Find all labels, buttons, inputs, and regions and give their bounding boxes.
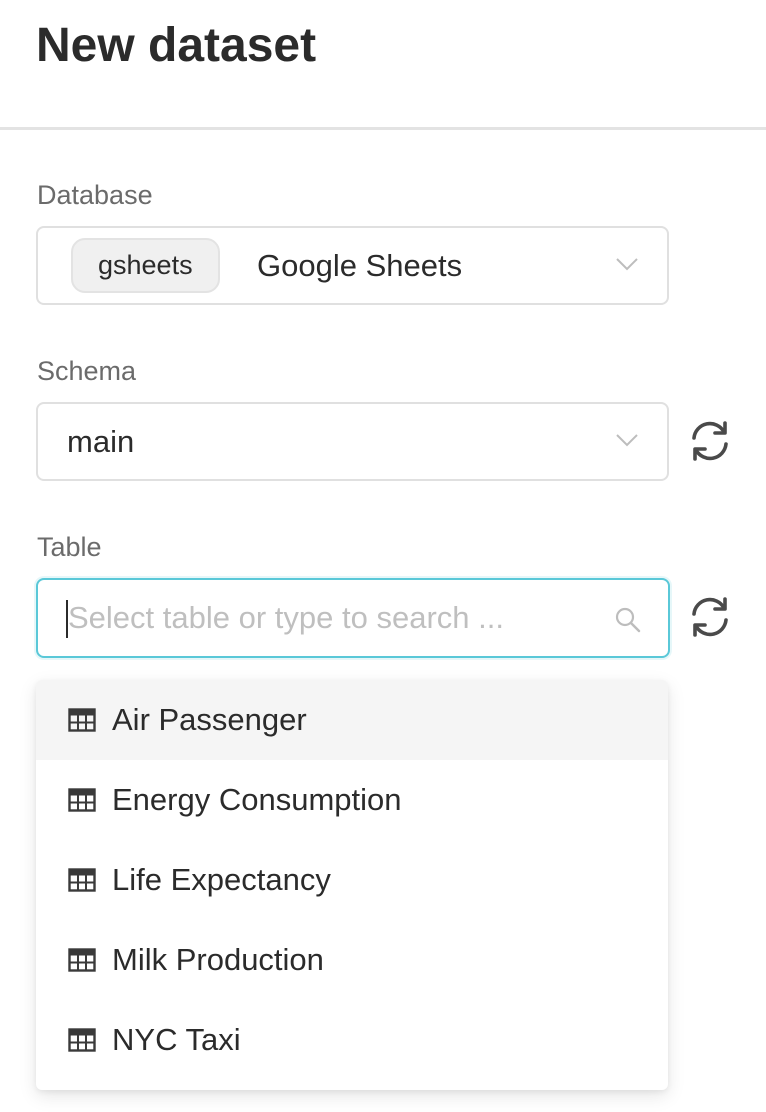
database-label: Database (37, 180, 153, 210)
table-icon (68, 788, 96, 812)
database-select[interactable]: gsheets Google Sheets (36, 226, 669, 305)
refresh-tables-icon[interactable] (687, 594, 733, 640)
table-option-label: Air Passenger (112, 702, 307, 737)
schema-select[interactable]: main (36, 402, 669, 481)
table-option-label: Milk Production (112, 942, 324, 977)
schema-select-value: main (67, 424, 135, 459)
table-icon (68, 948, 96, 972)
refresh-schema-icon[interactable] (687, 418, 733, 464)
database-backend-tag: gsheets (71, 238, 220, 293)
table-option[interactable]: Air Passenger (36, 680, 668, 760)
page-title: New dataset (36, 19, 317, 72)
table-search-input[interactable] (68, 596, 608, 640)
schema-label: Schema (37, 356, 137, 386)
table-option[interactable]: Life Expectancy (36, 840, 668, 920)
table-icon (68, 868, 96, 892)
table-icon (68, 708, 96, 732)
table-option-label: Life Expectancy (112, 862, 331, 897)
search-icon (615, 607, 641, 633)
new-dataset-panel: New dataset Database gsheets Google Shee… (0, 0, 766, 1112)
table-option-label: NYC Taxi (112, 1022, 241, 1057)
table-option[interactable]: NYC Taxi (36, 1000, 668, 1080)
table-select[interactable] (36, 578, 670, 658)
table-option[interactable]: Energy Consumption (36, 760, 668, 840)
chevron-down-icon (616, 258, 638, 271)
table-options-dropdown: Air Passenger Energy Consumption Life Ex… (36, 680, 668, 1090)
database-select-value: Google Sheets (257, 248, 463, 283)
table-option-label: Energy Consumption (112, 782, 402, 817)
table-icon (68, 1028, 96, 1052)
panel-header: New dataset (0, 0, 766, 130)
chevron-down-icon (616, 434, 638, 447)
table-label: Table (37, 532, 102, 562)
table-option[interactable]: Milk Production (36, 920, 668, 1000)
